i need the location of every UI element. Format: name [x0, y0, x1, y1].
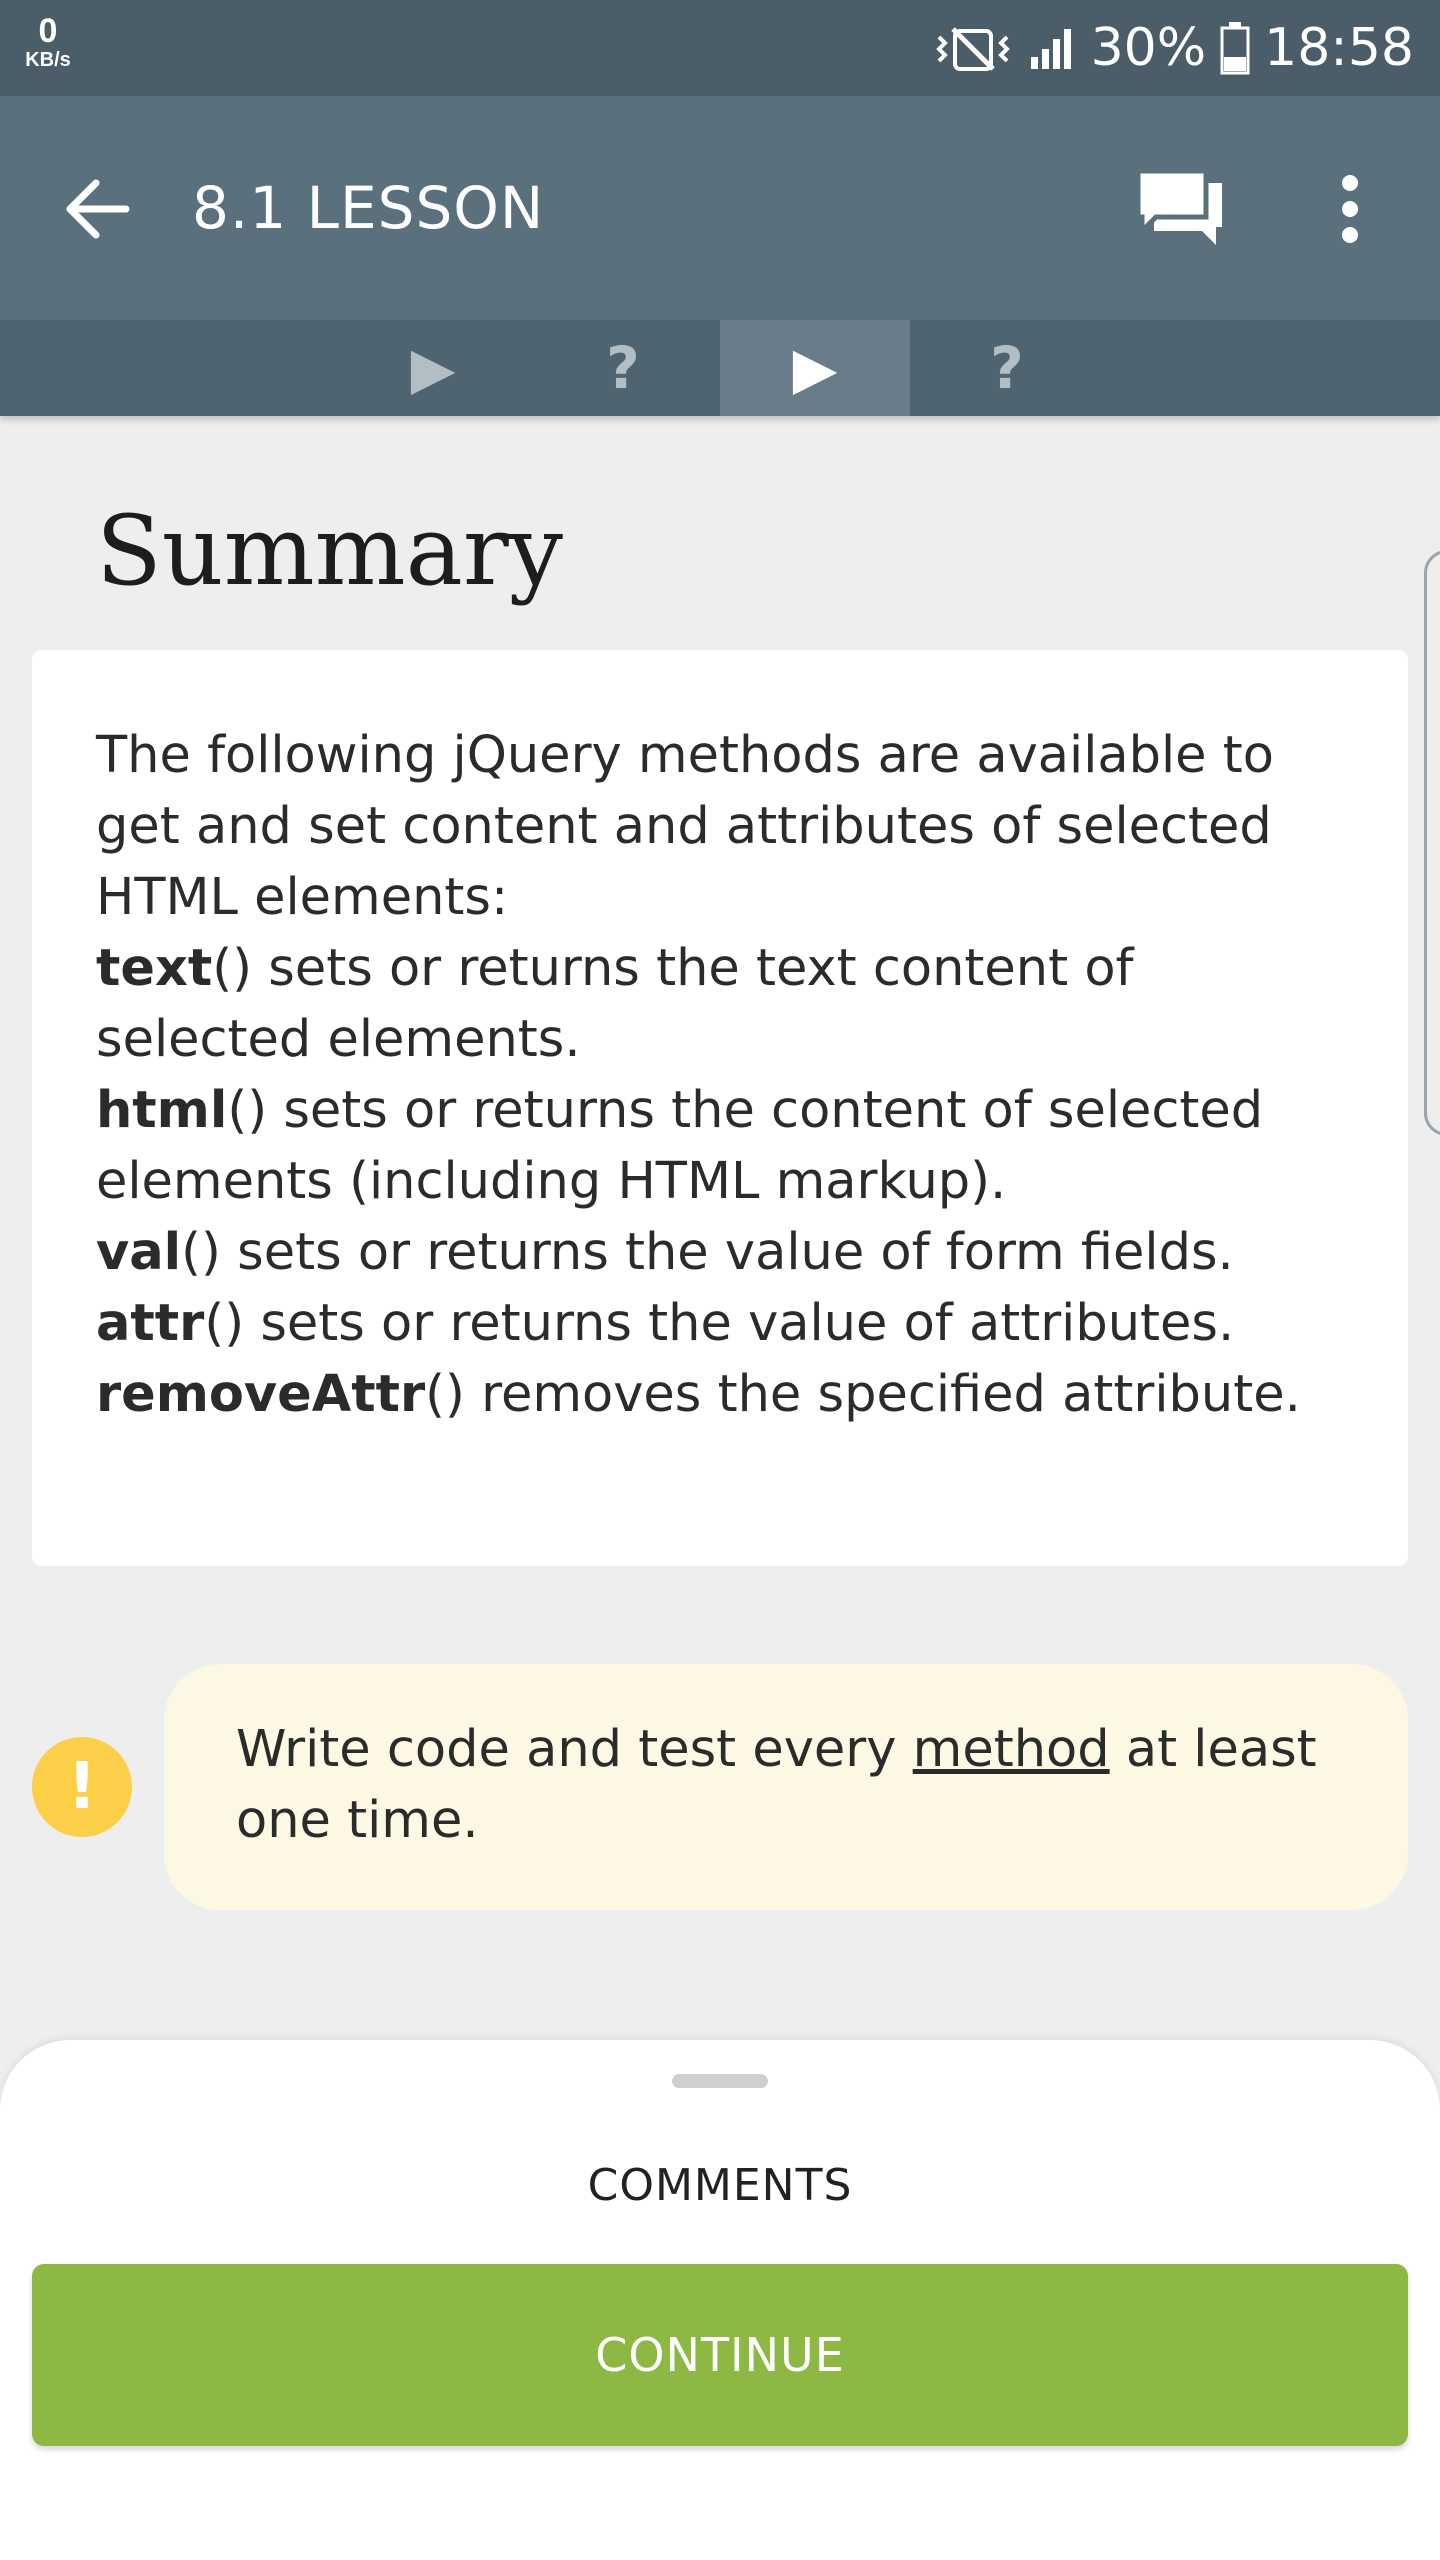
chat-icon — [1134, 167, 1226, 255]
comments-toolbar-button[interactable] — [1130, 166, 1230, 256]
summary-text: The following jQuery methods are availab… — [96, 720, 1356, 1430]
method-desc: () sets or returns the value of attribut… — [204, 1294, 1235, 1353]
battery-icon — [1220, 21, 1250, 75]
back-arrow-icon — [62, 179, 132, 243]
back-button[interactable] — [52, 166, 142, 256]
clock: 18:58 — [1264, 18, 1414, 78]
method-glossary-link[interactable]: method — [913, 1720, 1110, 1779]
tab-step-1-lesson[interactable]: ▶ — [338, 320, 528, 416]
comments-button[interactable]: COMMENTS — [520, 2140, 920, 2230]
more-vertical-icon — [1340, 174, 1360, 248]
more-options-button[interactable] — [1310, 166, 1390, 256]
continue-button[interactable]: CONTINUE — [32, 2264, 1408, 2446]
method-desc: () removes the specified attribute. — [425, 1365, 1301, 1424]
method-name: removeAttr — [96, 1365, 426, 1424]
exclamation-icon: ! — [32, 1737, 132, 1837]
method-name: text — [96, 939, 213, 998]
method-item: attr() sets or returns the value of attr… — [96, 1288, 1356, 1359]
summary-card: The following jQuery methods are availab… — [32, 650, 1408, 1566]
method-item: text() sets or returns the text content … — [96, 933, 1356, 1075]
lesson-steps-tabs: ▶ ? ▶ ? — [0, 320, 1440, 416]
tab-step-4-quiz[interactable]: ? — [912, 320, 1102, 416]
method-desc: () sets or returns the value of form fie… — [181, 1223, 1234, 1282]
bottom-sheet: COMMENTS CONTINUE — [0, 2040, 1440, 2560]
app-bar: 8.1 LESSON — [0, 96, 1440, 320]
method-item: removeAttr() removes the specified attri… — [96, 1359, 1356, 1430]
status-bar: 0 KB/s 30% 18:58 — [0, 0, 1440, 96]
signal-icon — [1027, 23, 1077, 73]
method-name: val — [96, 1223, 182, 1282]
tab-step-3-lesson[interactable]: ▶ — [720, 320, 910, 416]
drag-handle[interactable] — [672, 2074, 768, 2088]
tip-text-before: Write code and test every — [236, 1720, 913, 1779]
tip-box: Write code and test every method at leas… — [164, 1664, 1408, 1910]
method-item: val() sets or returns the value of form … — [96, 1217, 1356, 1288]
summary-intro: The following jQuery methods are availab… — [96, 726, 1274, 927]
tab-step-2-quiz[interactable]: ? — [528, 320, 718, 416]
tip-text: Write code and test every method at leas… — [236, 1714, 1336, 1856]
method-name: attr — [96, 1294, 205, 1353]
method-desc: () sets or returns the text content of s… — [96, 939, 1134, 1069]
status-icons: 30% 18:58 — [933, 12, 1414, 84]
page-title-bar: 8.1 LESSON — [192, 174, 545, 242]
method-item: html() sets or returns the content of se… — [96, 1075, 1356, 1217]
vibrate-icon — [933, 23, 1013, 73]
network-speed-unit: KB/s — [25, 49, 71, 71]
network-speed: 0 KB/s — [18, 14, 78, 70]
network-speed-value: 0 — [38, 12, 58, 50]
battery-percent: 30% — [1090, 18, 1207, 78]
content-title: Summary — [96, 495, 564, 607]
method-name: html — [96, 1081, 228, 1140]
method-desc: () sets or returns the content of select… — [96, 1081, 1264, 1211]
next-card-peek — [1424, 550, 1440, 1136]
